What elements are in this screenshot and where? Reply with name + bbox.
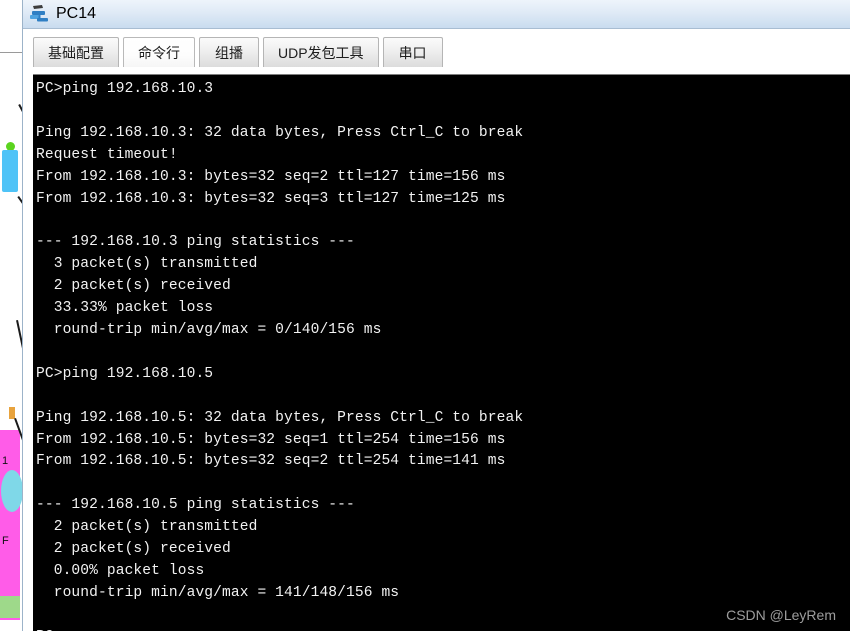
tab-label: 组播 — [215, 44, 243, 61]
backdrop-divider — [0, 52, 22, 53]
tab-multicast[interactable]: 组播 — [199, 37, 259, 67]
tab-label: 命令行 — [138, 44, 180, 61]
window-title-bar: PC14 — [23, 0, 850, 29]
tab-label: UDP发包工具 — [278, 44, 364, 61]
topology-device-host — [0, 596, 20, 618]
topology-device-cloud — [1, 470, 23, 512]
watermark-label: CSDN @LeyRem — [726, 607, 836, 623]
pc-device-window: PC14 基础配置 命令行 组播 UDP发包工具 串口 PC>ping 192.… — [22, 0, 850, 631]
window-title-label: PC14 — [56, 5, 97, 22]
topology-port-marker — [9, 407, 15, 419]
command-line-terminal[interactable]: PC>ping 192.168.10.3 Ping 192.168.10.3: … — [33, 74, 850, 631]
tab-basic-config[interactable]: 基础配置 — [33, 37, 119, 67]
tab-command-line[interactable]: 命令行 — [123, 37, 195, 67]
tab-strip: 基础配置 命令行 组播 UDP发包工具 串口 — [33, 29, 850, 67]
tab-label: 串口 — [398, 44, 427, 61]
topology-device-switch — [2, 150, 18, 192]
topology-node-label-1: 1 — [2, 455, 9, 467]
pc-device-icon — [29, 4, 51, 24]
topology-node-label-2: F — [2, 535, 9, 547]
tab-label: 基础配置 — [48, 44, 104, 61]
tab-udp-packet-tool[interactable]: UDP发包工具 — [263, 37, 379, 67]
tab-serial-port[interactable]: 串口 — [382, 37, 443, 67]
terminal-output: PC>ping 192.168.10.3 Ping 192.168.10.3: … — [36, 81, 524, 631]
window-client-area: 基础配置 命令行 组播 UDP发包工具 串口 PC>ping 192.168.1… — [23, 29, 850, 631]
